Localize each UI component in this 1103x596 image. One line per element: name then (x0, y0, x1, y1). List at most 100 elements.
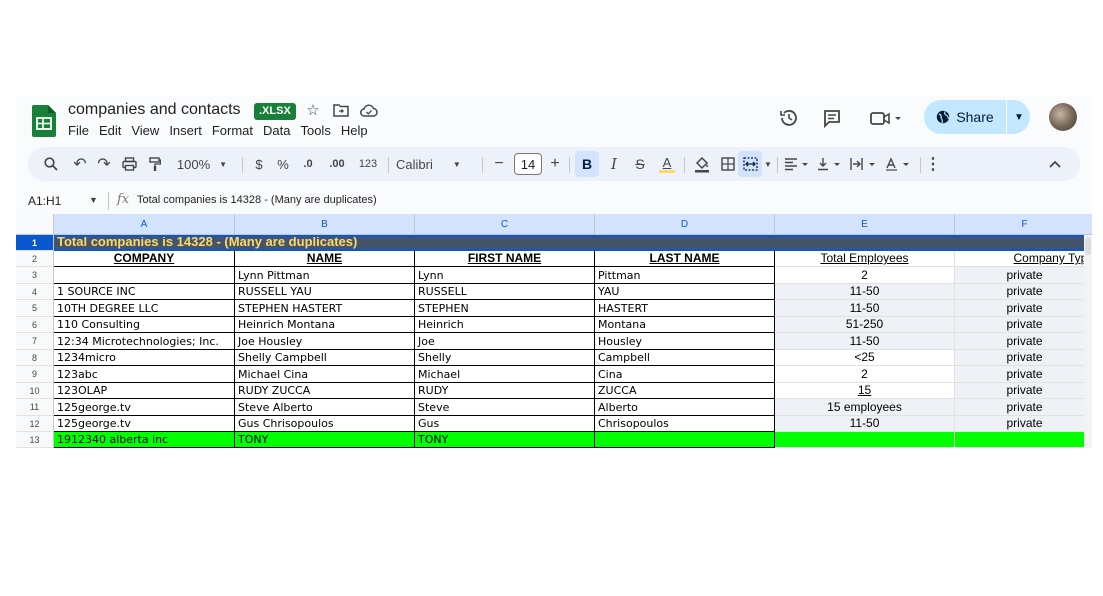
chevron-down-icon[interactable]: ▼ (763, 147, 773, 181)
cell-a5[interactable]: 10TH DEGREE LLC (54, 300, 235, 317)
column-header-e[interactable]: E (775, 214, 955, 235)
cell-f6[interactable]: private (955, 317, 1092, 333)
cell-c6[interactable]: Heinrich (415, 317, 595, 333)
share-dropdown-icon[interactable]: ▼ (1008, 100, 1030, 134)
cell-e6[interactable]: 51-250 (775, 317, 955, 333)
cell-c8[interactable]: Shelly (415, 350, 595, 366)
cell-d10[interactable]: ZUCCA (595, 383, 775, 399)
cell-b6[interactable]: Heinrich Montana (235, 317, 415, 333)
cell-b5[interactable]: STEPHEN HASTERT (235, 300, 415, 317)
font-size-input[interactable]: 14 (514, 153, 542, 175)
menu-data[interactable]: Data (263, 123, 290, 138)
borders-icon[interactable] (718, 147, 738, 181)
comments-icon[interactable] (820, 106, 844, 130)
cell-d6[interactable]: Montana (595, 317, 775, 333)
chevron-down-icon[interactable]: ▼ (89, 195, 98, 205)
menu-edit[interactable]: Edit (99, 123, 121, 138)
font-select[interactable]: Calibri ▼ (396, 147, 476, 181)
menu-insert[interactable]: Insert (169, 123, 202, 138)
cell-f13[interactable] (955, 432, 1092, 448)
more-options-icon[interactable]: ⋮ (925, 147, 941, 181)
cell-c5[interactable]: STEPHEN (415, 300, 595, 317)
currency-format-button[interactable]: $ (250, 147, 268, 181)
cell-c7[interactable]: Joe (415, 333, 595, 350)
column-header-d[interactable]: D (595, 214, 775, 235)
cell-e11[interactable]: 15 employees (775, 399, 955, 416)
cloud-status-icon[interactable] (360, 101, 378, 119)
spreadsheet-grid[interactable]: A B C D E F 1 2 3 4 5 6 7 8 9 10 11 12 13 Total companies i… (16, 214, 1092, 448)
row-header[interactable]: 1 (16, 235, 54, 251)
cell-a10[interactable]: 123OLAP (54, 383, 235, 399)
column-title-cell[interactable]: Total Employees (775, 251, 955, 267)
cell-c10[interactable]: RUDY (415, 383, 595, 399)
row-header[interactable]: 9 (16, 366, 54, 383)
cell-d8[interactable]: Campbell (595, 350, 775, 366)
search-menus-icon[interactable] (40, 147, 62, 181)
meet-video-icon[interactable] (868, 106, 904, 130)
cell-b12[interactable]: Gus Chrisopoulos (235, 416, 415, 432)
row-header[interactable]: 7 (16, 333, 54, 350)
cell-e8[interactable]: <25 (775, 350, 955, 366)
column-header-b[interactable]: B (235, 214, 415, 235)
row-header[interactable]: 2 (16, 251, 54, 267)
cell-a7[interactable]: 12:34 Microtechnologies; Inc. (54, 333, 235, 350)
document-title[interactable]: companies and contacts (68, 101, 241, 119)
cell-c11[interactable]: Steve (415, 399, 595, 416)
vertical-align-icon[interactable] (815, 147, 845, 181)
cell-e12[interactable]: 11-50 (775, 416, 955, 432)
cell-d9[interactable]: Cina (595, 366, 775, 383)
row-header[interactable]: 11 (16, 399, 54, 416)
cell-c3[interactable]: Lynn (415, 267, 595, 284)
cell-f11[interactable]: private (955, 399, 1092, 416)
italic-button[interactable]: I (603, 147, 625, 181)
cell-c9[interactable]: Michael (415, 366, 595, 383)
cell-e5[interactable]: 11-50 (775, 300, 955, 317)
scrollbar-thumb[interactable] (1085, 237, 1091, 255)
menu-tools[interactable]: Tools (300, 123, 330, 138)
cell-e13[interactable] (775, 432, 955, 448)
row-header[interactable]: 10 (16, 383, 54, 399)
increase-font-size-icon[interactable]: + (546, 147, 564, 181)
cell-a3[interactable] (54, 267, 235, 284)
row-header[interactable]: 4 (16, 284, 54, 300)
cell-b13[interactable]: TONY (235, 432, 415, 448)
cell-e4[interactable]: 11-50 (775, 284, 955, 300)
menu-view[interactable]: View (131, 123, 159, 138)
file-format-badge[interactable]: .XLSX (254, 103, 296, 120)
decrease-font-size-icon[interactable]: − (490, 147, 508, 181)
cell-d7[interactable]: Housley (595, 333, 775, 350)
decrease-decimal-button[interactable]: .0 (296, 147, 320, 181)
formula-input[interactable]: Total companies is 14328 - (Many are dup… (137, 194, 377, 206)
cell-f10[interactable]: private (955, 383, 1092, 399)
column-title-cell[interactable]: FIRST NAME (415, 251, 595, 267)
menu-help[interactable]: Help (341, 123, 368, 138)
column-header-f[interactable]: F (955, 214, 1092, 235)
percent-format-button[interactable]: % (274, 147, 292, 181)
column-title-cell[interactable]: COMPANY (54, 251, 235, 267)
version-history-icon[interactable] (777, 106, 801, 130)
row-header[interactable]: 12 (16, 416, 54, 432)
column-title-cell[interactable]: NAME (235, 251, 415, 267)
column-title-cell[interactable]: Company Type (955, 251, 1092, 267)
vertical-scrollbar[interactable] (1084, 235, 1092, 448)
cell-d11[interactable]: Alberto (595, 399, 775, 416)
menu-format[interactable]: Format (212, 123, 253, 138)
cell-d3[interactable]: Pittman (595, 267, 775, 284)
sheets-logo-icon[interactable] (32, 105, 56, 137)
cell-f8[interactable]: private (955, 350, 1092, 366)
cell-b3[interactable]: Lynn Pittman (235, 267, 415, 284)
cell-f7[interactable]: private (955, 333, 1092, 350)
cell-f12[interactable]: private (955, 416, 1092, 432)
cell-d12[interactable]: Chrisopoulos (595, 416, 775, 432)
cell-b8[interactable]: Shelly Campbell (235, 350, 415, 366)
name-box[interactable]: A1:H1 (28, 194, 61, 208)
zoom-select[interactable]: 100% ▼ (170, 147, 234, 181)
cell-e9[interactable]: 2 (775, 366, 955, 383)
cell-c12[interactable]: Gus (415, 416, 595, 432)
cell-b4[interactable]: RUSSELL YAU (235, 284, 415, 300)
more-formats-button[interactable]: 123 (355, 147, 381, 181)
column-title-cell[interactable]: LAST NAME (595, 251, 775, 267)
undo-icon[interactable]: ↶ (70, 147, 90, 181)
redo-icon[interactable]: ↷ (94, 147, 114, 181)
cell-a4[interactable]: 1 SOURCE INC (54, 284, 235, 300)
